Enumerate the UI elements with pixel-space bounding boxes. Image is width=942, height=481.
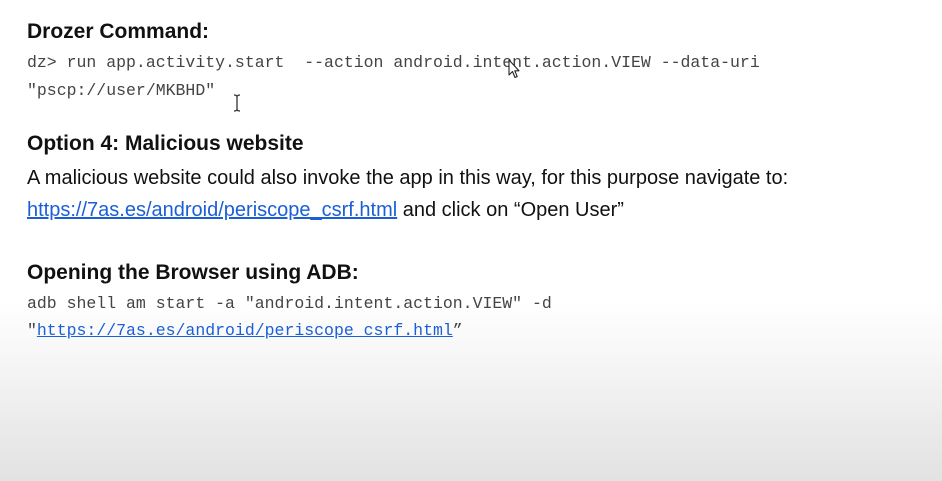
adb-heading: Opening the Browser using ADB:	[27, 261, 359, 284]
ibeam-cursor-icon	[233, 94, 241, 112]
option-4-heading: Option 4: Malicious website	[27, 132, 304, 155]
slide: Drozer Command: dz> run app.activity.sta…	[0, 0, 942, 481]
adb-periscope-csrf-link[interactable]: https://7as.es/android/periscope_csrf.ht…	[37, 321, 453, 340]
option-4-description-line-2: https://7as.es/android/periscope_csrf.ht…	[27, 198, 624, 222]
arrow-cursor-icon	[508, 59, 520, 79]
adb-command-line-1: adb shell am start -a "android.intent.ac…	[27, 294, 552, 313]
drozer-command-line-2: "pscp://user/MKBHD"	[27, 81, 216, 100]
adb-quote-open: "	[27, 321, 37, 340]
drozer-command-heading: Drozer Command:	[27, 20, 210, 43]
periscope-csrf-link[interactable]: https://7as.es/android/periscope_csrf.ht…	[27, 199, 397, 221]
open-user-instruction: and click on “Open User”	[397, 199, 624, 221]
adb-command-line-2: "https://7as.es/android/periscope_csrf.h…	[27, 321, 463, 341]
adb-quote-close: ”	[452, 321, 463, 340]
option-4-description: A malicious website could also invoke th…	[27, 167, 789, 189]
drozer-command-line-1: dz> run app.activity.start --action andr…	[27, 53, 760, 72]
